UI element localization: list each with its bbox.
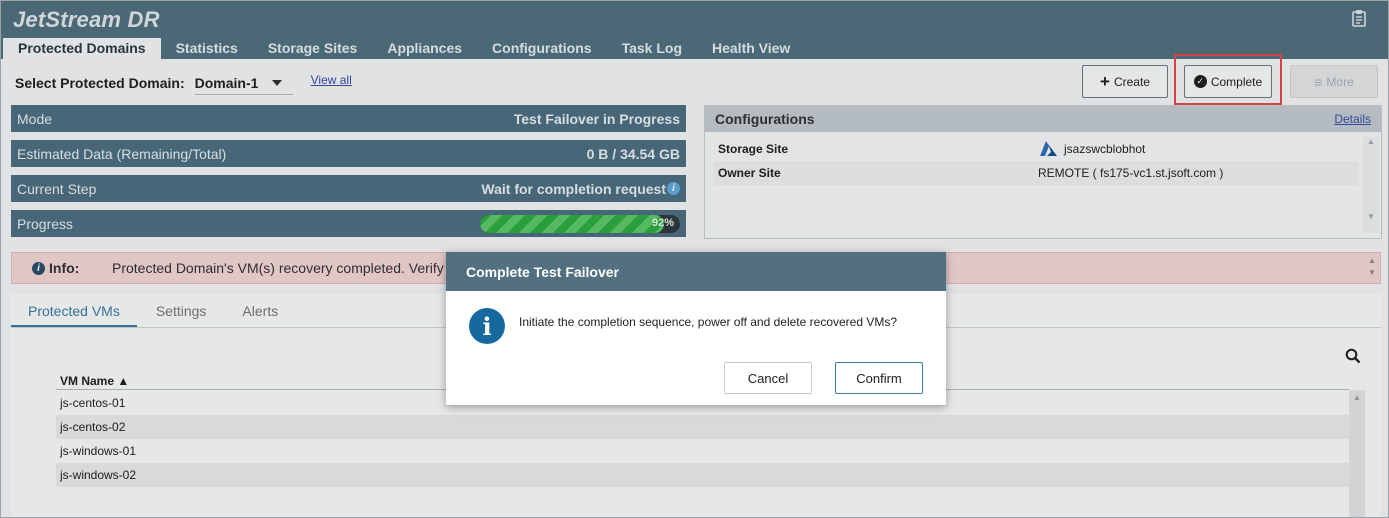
- complete-test-failover-dialog: Complete Test Failover i Initiate the co…: [446, 252, 946, 405]
- info-icon: i: [469, 308, 505, 344]
- app-window: JetStream DR Protected Domains Statistic…: [0, 0, 1389, 518]
- dialog-title: Complete Test Failover: [446, 252, 946, 291]
- dialog-message: Initiate the completion sequence, power …: [519, 315, 898, 329]
- cancel-button[interactable]: Cancel: [724, 362, 812, 394]
- confirm-button[interactable]: Confirm: [835, 362, 923, 394]
